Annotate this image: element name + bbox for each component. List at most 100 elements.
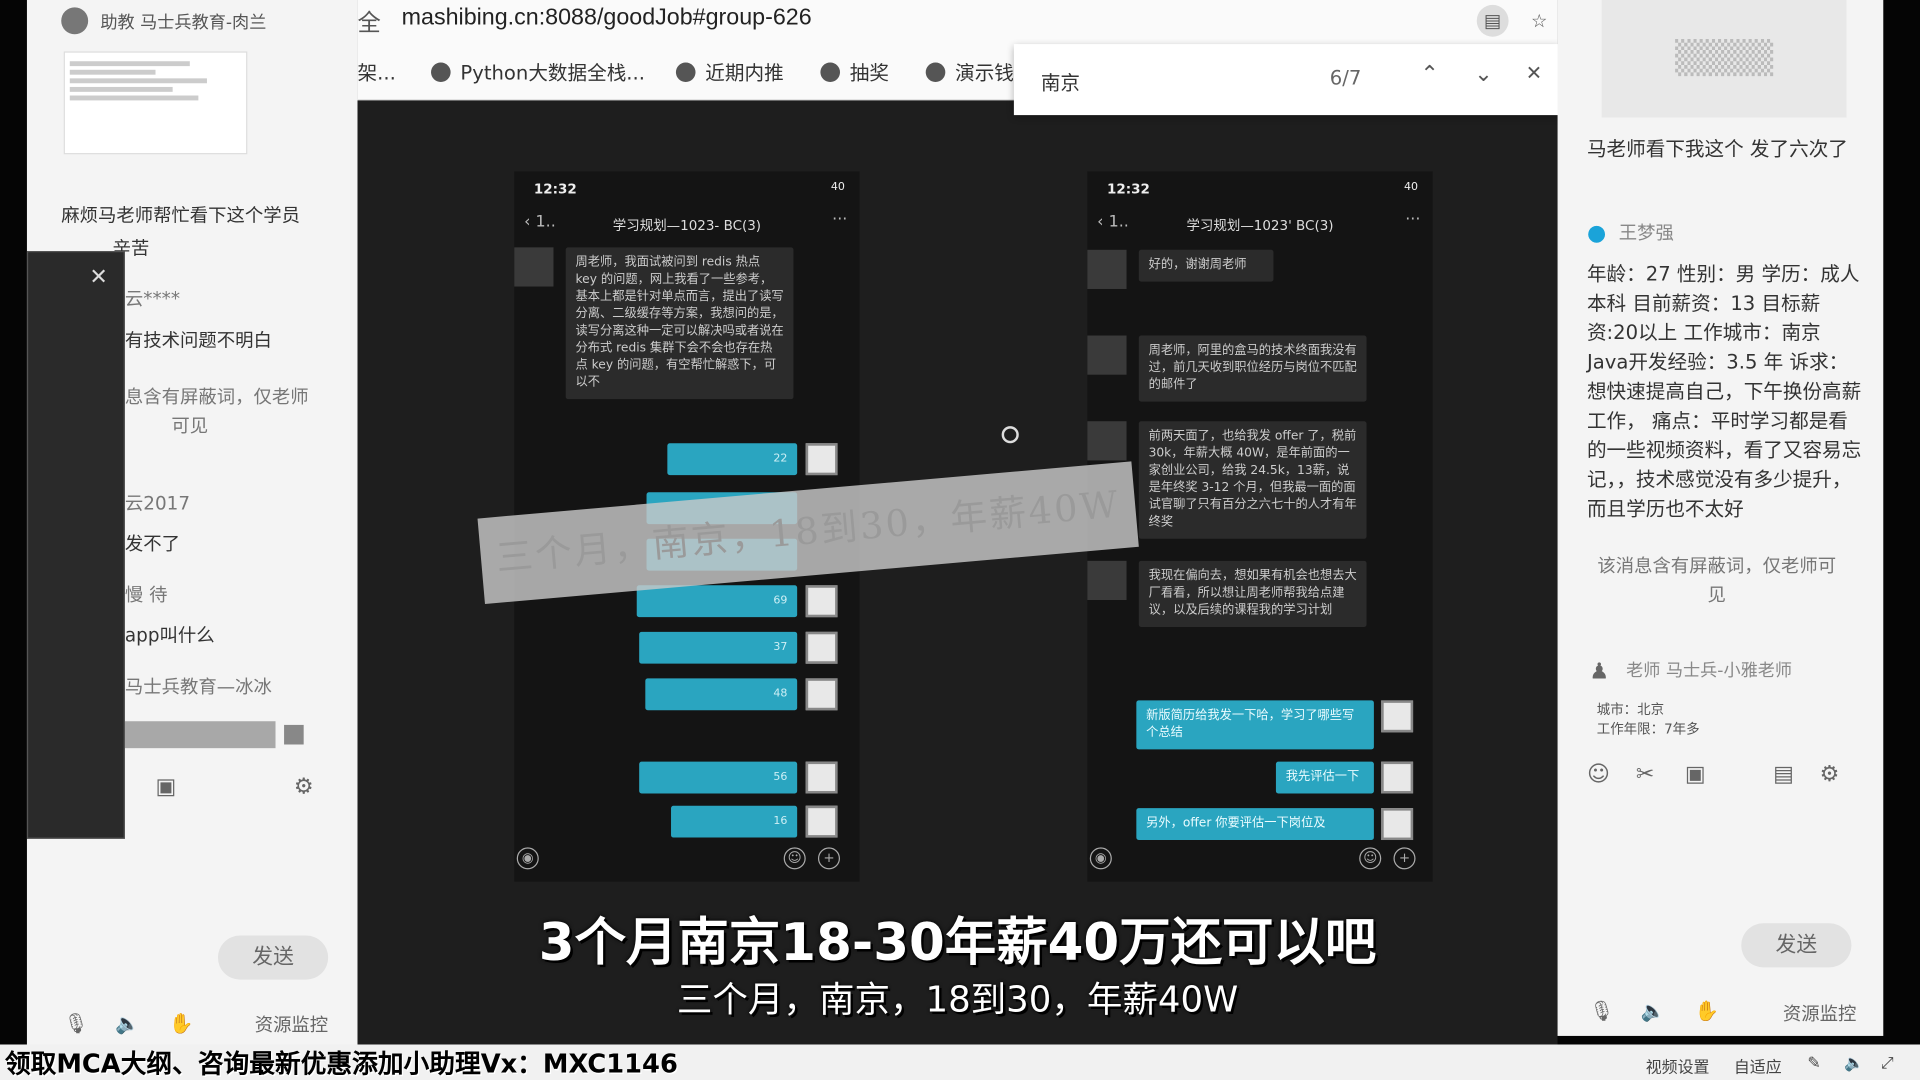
voice-message: 16	[671, 805, 798, 838]
bookmark-item[interactable]: 近期内推	[675, 56, 784, 85]
popup-panel: ✕	[26, 251, 125, 839]
emoji-icon: ☺	[783, 847, 806, 870]
incoming-message: 前两天面了，也给我发 offer 了，税前 30k，年薪大概 40W，是年前面的…	[1138, 421, 1367, 539]
more-icon: ···	[1405, 210, 1421, 229]
chat-username: 老师 马士兵-小雅老师	[1626, 661, 1793, 681]
find-in-page-bar: 南京 6/7 ⌃ ⌄ ✕	[1013, 44, 1561, 116]
find-input[interactable]: 南京	[1041, 66, 1080, 95]
fullscreen-icon[interactable]: ⤢	[1881, 1054, 1894, 1072]
chat-username: 马士兵教育—冰冰	[124, 675, 272, 698]
avatar	[1381, 808, 1414, 841]
phone-chat-title: 学习规划—1023' BC(3)	[1186, 217, 1334, 234]
avatar	[1087, 560, 1127, 601]
volume-icon[interactable]: 🔈	[1844, 1054, 1864, 1072]
bookmark-item[interactable]: 架...	[358, 56, 396, 85]
voice-message: 69	[636, 585, 798, 618]
work-years-text: 工作年限：7年多	[1596, 721, 1700, 738]
voice-message: 56	[639, 761, 798, 794]
avatar	[805, 443, 838, 476]
avatar	[1381, 700, 1414, 733]
avatar	[805, 585, 838, 618]
wechat-icon: ●	[1586, 220, 1607, 247]
bookmark-item[interactable]: Python大数据全栈...	[431, 56, 645, 85]
phone-time: 12:32	[533, 181, 577, 198]
chat-username: 王梦强	[1618, 221, 1674, 244]
avatar	[805, 678, 838, 711]
caption-sub: 三个月，南京，18到30，年薪40W	[676, 978, 1239, 1021]
phone-chat-title: 学习规划—1023- BC(3)	[612, 217, 762, 234]
resource-monitor-link[interactable]: 资源监控	[255, 1011, 328, 1037]
image-icon[interactable]: ▣	[1685, 762, 1706, 788]
incoming-message: 周老师，我面试被问到 redis 热点 key 的问题，网上我看了一些参考，基本…	[565, 247, 794, 400]
address-bar[interactable]: mashibing.cn:8088/goodJob#group-626	[402, 5, 812, 32]
chat-message: 年龄：27 性别：男 学历：成人本科 目前薪资：13 目标薪资:20以上 工作城…	[1586, 262, 1862, 521]
phone-time: 12:32	[1106, 181, 1150, 198]
video-captions: 3个月南京18-30年薪40万还可以吧 三个月，南京，18到30，年薪40W	[358, 901, 1558, 1022]
avatar	[805, 761, 838, 794]
screen: 助教 马士兵教育-肉兰 麻烦马老师帮忙看下这个学员 辛苦 云**** 有技术问题…	[0, 0, 1920, 1080]
send-button[interactable]: 发送	[217, 935, 329, 980]
voice-message: 37	[639, 631, 798, 664]
caption-main: 3个月南京18-30年薪40万还可以吧	[538, 912, 1377, 973]
incoming-message: 好的，谢谢周老师	[1138, 249, 1274, 282]
chat-message: app叫什么	[124, 624, 215, 647]
plus-icon: +	[817, 847, 841, 870]
avatar	[805, 805, 838, 838]
outgoing-message: 我先评估一下	[1275, 761, 1374, 794]
url-prefix: 全	[357, 9, 381, 37]
resource-monitor-link[interactable]: 资源监控	[1783, 999, 1856, 1028]
outgoing-message: 另外，offer 你要评估一下岗位及	[1136, 808, 1374, 841]
chat-input[interactable]	[122, 721, 276, 749]
chat-username: 慢 待	[124, 584, 168, 607]
hand-icon[interactable]: ✋	[169, 1011, 193, 1034]
phone-status: 40	[830, 181, 845, 194]
emoji-icon[interactable]: ☺	[1587, 762, 1610, 788]
settings-icon[interactable]: ⚙	[294, 774, 314, 800]
chat-username: 云2017	[124, 492, 191, 515]
hand-icon[interactable]: ✋	[1695, 999, 1719, 1022]
chat-header-name: 助教 马士兵教育-肉兰	[100, 13, 267, 34]
microphone-icon[interactable]: 🎙	[1589, 999, 1614, 1022]
auto-fit-button[interactable]: 自适应	[1734, 1054, 1782, 1077]
speaker-icon[interactable]: 🔈	[1641, 999, 1665, 1022]
voice-icon: ◉	[516, 847, 539, 870]
mouse-cursor	[1001, 426, 1019, 444]
image-thumbnail[interactable]	[63, 51, 248, 155]
right-chat-panel: ▒▒▒▒ 马老师看下我这个 发了六次了 ● 王梦强 年龄：27 性别：男 学历：…	[1557, 0, 1884, 1036]
chat-message: 麻烦马老师帮忙看下这个学员	[61, 204, 301, 227]
find-next-button[interactable]: ⌄	[1474, 61, 1492, 87]
speaker-icon[interactable]: 🔈	[115, 1011, 139, 1034]
find-previous-button[interactable]: ⌃	[1420, 61, 1438, 87]
chat-icon[interactable]: ▤	[1773, 762, 1794, 788]
bookmark-icon	[820, 62, 841, 83]
image-thumbnail[interactable]: ▒▒▒▒	[1601, 0, 1847, 118]
chat-username: 云****	[124, 287, 181, 310]
bookmark-item[interactable]: 演示钱	[925, 56, 1014, 85]
voice-icon: ◉	[1089, 847, 1112, 870]
bookmark-icon	[431, 62, 451, 83]
find-close-button[interactable]: ✕	[1526, 61, 1542, 84]
settings-icon[interactable]: ⚙	[1820, 762, 1840, 788]
emoji-icon: ☺	[1359, 847, 1382, 870]
image-icon[interactable]: ▣	[156, 774, 177, 800]
blocked-notice: 可见	[171, 415, 209, 438]
footer-bar: 领取MCA大纲、咨询最新优惠添加小助理Vx：MXC1146 视频设置 自适应 ✎…	[0, 1044, 1920, 1080]
microphone-icon[interactable]: 🎙	[64, 1011, 89, 1034]
emoji-icon[interactable]	[284, 724, 304, 745]
close-icon[interactable]: ✕	[89, 264, 107, 290]
avatar	[1087, 335, 1127, 375]
voice-message: 22	[667, 443, 798, 476]
plus-icon: +	[1393, 847, 1416, 870]
phone-screenshot-right: 12:32 40 ‹ 1.. 学习规划—1023' BC(3) ··· 好的，谢…	[1087, 171, 1433, 882]
avatar	[1087, 249, 1127, 289]
avatar	[1087, 421, 1127, 461]
send-button[interactable]: 发送	[1741, 923, 1852, 968]
star-icon[interactable]: ☆	[1523, 5, 1555, 37]
avatar	[514, 247, 554, 287]
video-settings-button[interactable]: 视频设置	[1646, 1054, 1710, 1077]
scissors-icon[interactable]: ✂	[1636, 762, 1654, 788]
reader-icon[interactable]: ▤	[1476, 4, 1509, 37]
bookmark-item[interactable]: 抽奖	[820, 56, 889, 85]
more-icon: ···	[832, 210, 848, 229]
brush-icon[interactable]: ✎	[1807, 1054, 1820, 1072]
